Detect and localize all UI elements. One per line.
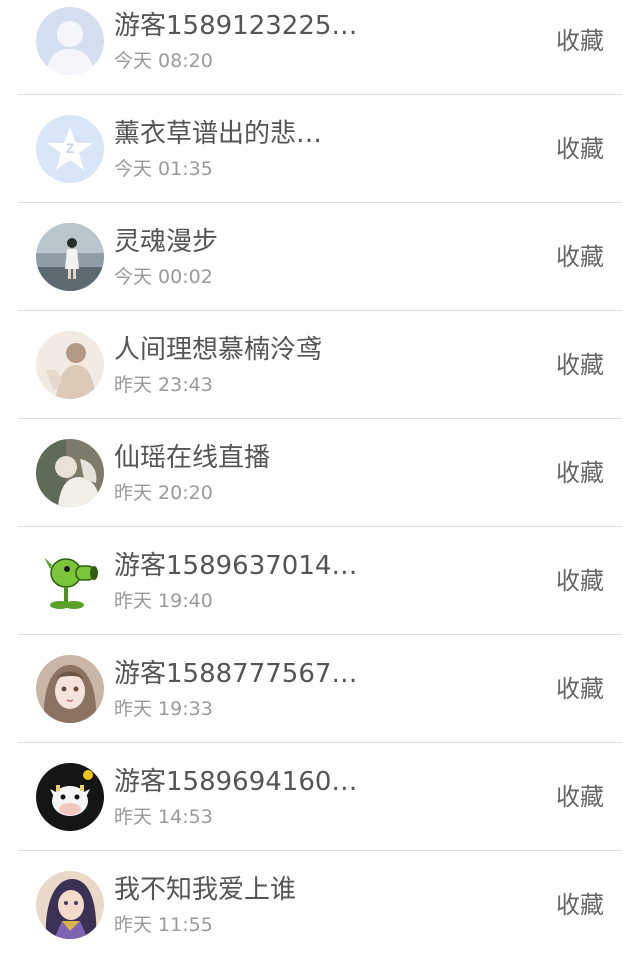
collect-button[interactable]: 收藏	[556, 349, 604, 381]
collect-button[interactable]: 收藏	[556, 889, 604, 921]
collect-button[interactable]: 收藏	[556, 133, 604, 165]
user-name: 游客1589123225…	[114, 11, 358, 41]
user-name: 灵魂漫步	[114, 227, 219, 257]
list-item[interactable]: 游客1589123225… 今天 08:20 收藏	[0, 0, 640, 95]
user-name: 人间理想慕楠泠鸢	[114, 335, 323, 365]
list-item[interactable]: 游客1589637014… 昨天 19:40 收藏	[0, 527, 640, 635]
user-name: 薰衣草谱出的悲…	[114, 119, 323, 149]
collect-button[interactable]: 收藏	[556, 241, 604, 273]
collect-button[interactable]: 收藏	[556, 673, 604, 705]
list-item[interactable]: 我不知我爱上谁 昨天 11:55 收藏	[0, 851, 640, 959]
anime-character-avatar[interactable]	[36, 871, 104, 939]
default-user-avatar[interactable]	[36, 7, 104, 75]
collect-button[interactable]: 收藏	[556, 25, 604, 57]
user-name: 游客1589637014…	[114, 551, 358, 581]
user-name: 游客1588777567…	[114, 659, 358, 689]
timestamp: 昨天 14:53	[114, 806, 213, 828]
anime-girl-avatar[interactable]	[36, 655, 104, 723]
list-item[interactable]: 灵魂漫步 今天 00:02 收藏	[0, 203, 640, 311]
list-item[interactable]: 仙瑶在线直播 昨天 20:20 收藏	[0, 419, 640, 527]
timestamp: 今天 00:02	[114, 266, 213, 288]
list-item[interactable]: 游客1589694160… 昨天 14:53 收藏	[0, 743, 640, 851]
list-item[interactable]: 游客1588777567… 昨天 19:33 收藏	[0, 635, 640, 743]
photo-avatar[interactable]	[36, 331, 104, 399]
svg-text:Z: Z	[66, 140, 75, 156]
photo-avatar[interactable]	[36, 439, 104, 507]
photo-avatar[interactable]	[36, 223, 104, 291]
collect-button[interactable]: 收藏	[556, 781, 604, 813]
cow-avatar[interactable]	[36, 763, 104, 831]
timestamp: 昨天 19:33	[114, 698, 213, 720]
timestamp: 昨天 23:43	[114, 374, 213, 396]
timestamp: 今天 01:35	[114, 158, 213, 180]
user-name: 仙瑶在线直播	[114, 443, 271, 473]
peashooter-avatar[interactable]	[36, 547, 104, 615]
user-name: 游客1589694160…	[114, 767, 358, 797]
timestamp: 今天 08:20	[114, 50, 213, 72]
list-item[interactable]: 人间理想慕楠泠鸢 昨天 23:43 收藏	[0, 311, 640, 419]
qq-star-avatar[interactable]: Z	[36, 115, 104, 183]
timestamp: 昨天 11:55	[114, 914, 213, 936]
collect-button[interactable]: 收藏	[556, 565, 604, 597]
timestamp: 昨天 20:20	[114, 482, 213, 504]
message-list: 游客1589123225… 今天 08:20 收藏 Z 薰衣草谱出的悲… 今天 …	[0, 0, 640, 939]
list-item[interactable]: Z 薰衣草谱出的悲… 今天 01:35 收藏	[0, 95, 640, 203]
user-name: 我不知我爱上谁	[114, 875, 297, 905]
timestamp: 昨天 19:40	[114, 590, 213, 612]
collect-button[interactable]: 收藏	[556, 457, 604, 489]
